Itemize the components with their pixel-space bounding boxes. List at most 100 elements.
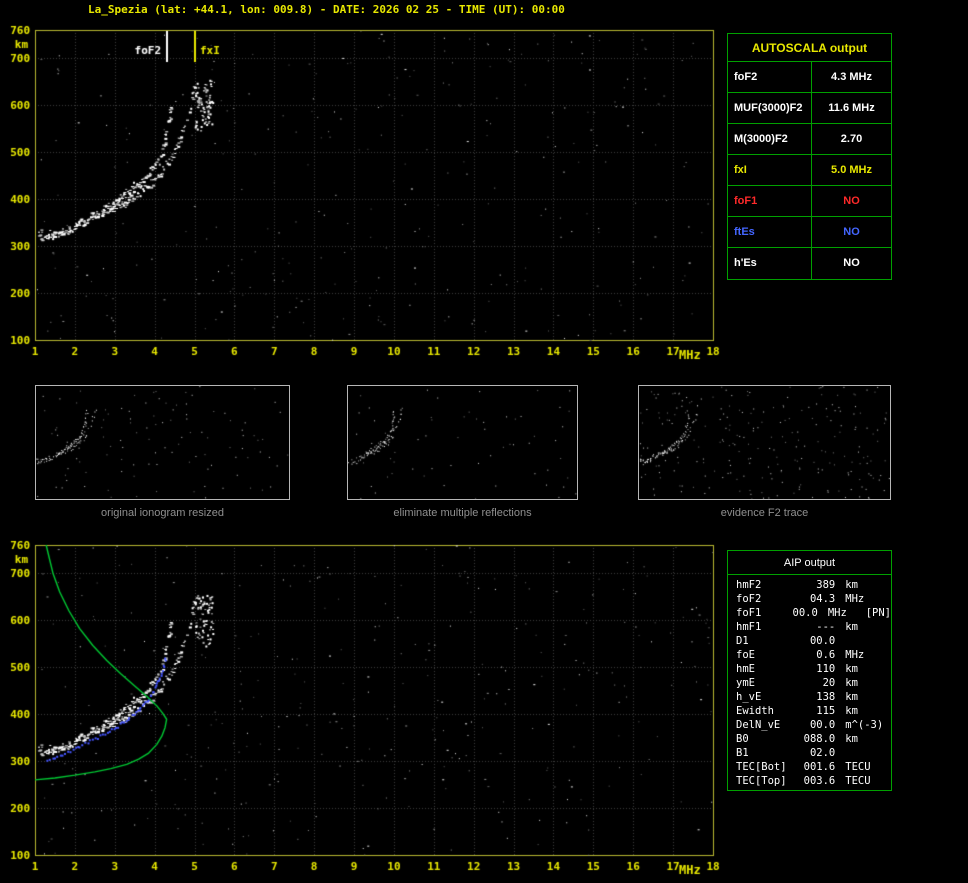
param-label: MUF(3000)F2 xyxy=(728,93,812,123)
station-date-title: La_Spezia (lat: +44.1, lon: 009.8) - DAT… xyxy=(88,3,565,16)
thumbnail-f2-trace xyxy=(638,385,891,500)
aip-unit xyxy=(845,634,890,648)
aip-name: foE xyxy=(736,648,796,662)
aip-name: D1 xyxy=(736,634,796,648)
aip-row: DelN_vE00.0 m^(-3) xyxy=(736,718,891,732)
param-value: 2.70 xyxy=(812,124,891,154)
aip-name: hmE xyxy=(736,662,796,676)
autoscala-row-fof2: foF2 4.3 MHz xyxy=(728,62,891,93)
aip-unit: MHz xyxy=(845,648,890,662)
aip-unit xyxy=(845,746,890,760)
aip-val: 0.6 xyxy=(796,648,835,662)
aip-name: h_vE xyxy=(736,690,796,704)
aip-extra: [PN] xyxy=(866,606,891,620)
autoscala-row-m3000: M(3000)F2 2.70 xyxy=(728,124,891,155)
aip-val: 138 xyxy=(796,690,835,704)
aip-name: ymE xyxy=(736,676,796,690)
aip-name: hmF1 xyxy=(736,620,796,634)
autoscala-table-header: AUTOSCALA output xyxy=(728,34,891,62)
aip-unit: km xyxy=(845,732,890,746)
aip-name: foF1 xyxy=(736,606,786,620)
aip-output-table: AIP output hmF2389kmfoF204.3MHzfoF100.0M… xyxy=(727,550,892,791)
aip-rows: hmF2389kmfoF204.3MHzfoF100.0MHz[PN]hmF1-… xyxy=(728,575,891,788)
aip-val: --- xyxy=(796,620,835,634)
aip-name: Ewidth xyxy=(736,704,796,718)
param-value: 5.0 MHz xyxy=(812,155,891,185)
aip-val: 02.0 xyxy=(796,746,835,760)
thumbnail-no-multiples-canvas xyxy=(348,386,577,499)
aip-val: 003.6 xyxy=(796,774,835,788)
param-value: NO xyxy=(812,248,891,279)
caption-original-ionogram: original ionogram resized xyxy=(35,507,290,519)
aip-val: 110 xyxy=(796,662,835,676)
aip-row: Ewidth115 km xyxy=(736,704,891,718)
aip-name: hmF2 xyxy=(736,578,796,592)
autoscala-row-fxi: fxI 5.0 MHz xyxy=(728,155,891,186)
aip-row: hmE110 km xyxy=(736,662,891,676)
aip-row: D100.0 xyxy=(736,634,891,648)
aip-row: TEC[Bot]001.6 TECU xyxy=(736,760,891,774)
aip-val: 00.0 xyxy=(796,634,835,648)
param-label: fxI xyxy=(728,155,812,185)
aip-unit: MHz xyxy=(828,606,865,620)
ionogram-chart xyxy=(0,24,725,366)
param-value: 4.3 MHz xyxy=(812,62,891,92)
aip-val: 00.0 xyxy=(796,718,835,732)
aip-name: foF2 xyxy=(736,592,796,606)
aip-unit: m^(-3) xyxy=(845,718,890,732)
aip-val: 115 xyxy=(796,704,835,718)
param-value: NO xyxy=(812,186,891,216)
aip-row: hmF1--- km xyxy=(736,620,891,634)
aip-name: TEC[Bot] xyxy=(736,760,796,774)
aip-unit: km xyxy=(845,662,890,676)
aip-row: B102.0 xyxy=(736,746,891,760)
aip-row: ymE20 km xyxy=(736,676,891,690)
autoscala-row-muf: MUF(3000)F2 11.6 MHz xyxy=(728,93,891,124)
param-label: h'Es xyxy=(728,248,812,279)
aip-val: 04.3 xyxy=(796,592,835,606)
aip-val: 088.0 xyxy=(796,732,835,746)
aip-unit: TECU xyxy=(845,760,890,774)
autoscala-row-hes: h'Es NO xyxy=(728,248,891,279)
aip-unit: MHz xyxy=(845,592,890,606)
thumbnail-f2-trace-canvas xyxy=(639,386,890,499)
aip-name: TEC[Top] xyxy=(736,774,796,788)
autoscala-window: { "title": "La_Spezia (lat: +44.1, lon: … xyxy=(0,0,968,883)
aip-unit: km xyxy=(845,690,890,704)
caption-evidence-f2-trace: evidence F2 trace xyxy=(638,507,891,519)
aip-row: B0088.0 km xyxy=(736,732,891,746)
param-label: ftEs xyxy=(728,217,812,247)
param-value: NO xyxy=(812,217,891,247)
aip-val: 20 xyxy=(796,676,835,690)
aip-row: hmF2389 km xyxy=(736,578,891,592)
aip-name: B0 xyxy=(736,732,796,746)
thumbnail-original-canvas xyxy=(36,386,289,499)
aip-unit: km xyxy=(845,578,890,592)
param-value: 11.6 MHz xyxy=(812,93,891,123)
param-label: foF1 xyxy=(728,186,812,216)
aip-unit: km xyxy=(845,704,890,718)
aip-unit: km xyxy=(845,676,890,690)
thumbnail-no-multiples xyxy=(347,385,578,500)
autoscala-output-table: AUTOSCALA output foF2 4.3 MHz MUF(3000)F… xyxy=(727,33,892,280)
aip-row: foF100.0 MHz[PN] xyxy=(736,606,891,620)
aip-row: foE0.6 MHz xyxy=(736,648,891,662)
aip-unit: TECU xyxy=(845,774,890,788)
aip-row: TEC[Top]003.6 TECU xyxy=(736,774,891,788)
param-label: M(3000)F2 xyxy=(728,124,812,154)
profile-chart xyxy=(0,539,725,881)
autoscala-row-ftes: ftEs NO xyxy=(728,217,891,248)
aip-val: 001.6 xyxy=(796,760,835,774)
aip-name: B1 xyxy=(736,746,796,760)
aip-row: foF204.3 MHz xyxy=(736,592,891,606)
caption-eliminate-multiples: eliminate multiple reflections xyxy=(347,507,578,519)
aip-table-header: AIP output xyxy=(728,551,891,575)
aip-name: DelN_vE xyxy=(736,718,796,732)
thumbnail-original-ionogram xyxy=(35,385,290,500)
param-label: foF2 xyxy=(728,62,812,92)
autoscala-row-fof1: foF1 NO xyxy=(728,186,891,217)
aip-unit: km xyxy=(845,620,890,634)
aip-row: h_vE138 km xyxy=(736,690,891,704)
aip-val: 00.0 xyxy=(786,606,818,620)
aip-val: 389 xyxy=(796,578,835,592)
